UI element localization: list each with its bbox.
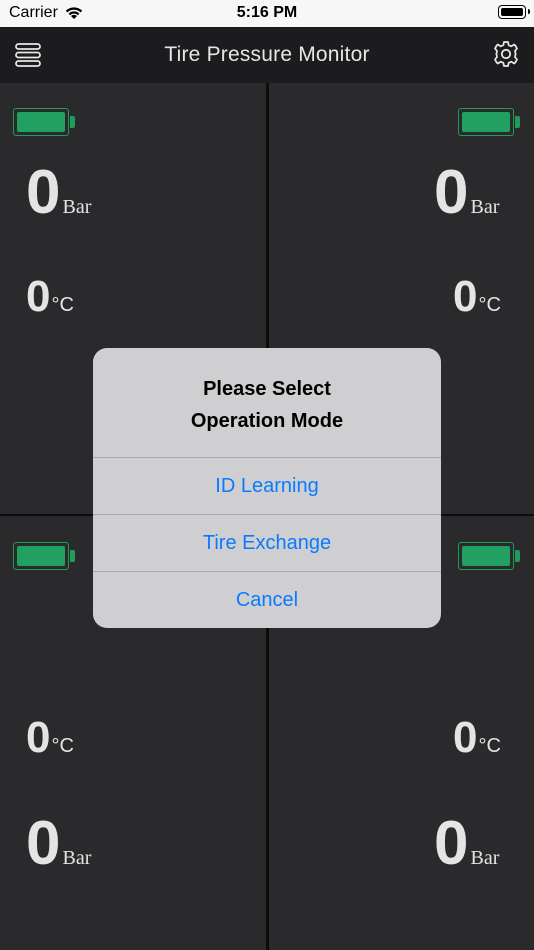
battery-level <box>17 546 65 566</box>
pressure-readout: 0 Bar <box>434 808 499 879</box>
temperature-unit: °C <box>478 294 501 316</box>
battery-level <box>462 546 510 566</box>
id-learning-button[interactable]: ID Learning <box>93 457 441 513</box>
pressure-value: 0 <box>434 809 469 878</box>
temperature-unit: °C <box>51 735 74 757</box>
pressure-unit: Bar <box>62 847 92 869</box>
temperature-value: 0 <box>26 713 51 762</box>
status-bar: Carrier 5:16 PM <box>0 0 534 27</box>
pressure-unit: Bar <box>62 196 92 218</box>
temperature-value: 0 <box>453 713 478 762</box>
clock: 5:16 PM <box>236 4 298 21</box>
temperature-value: 0 <box>26 272 51 321</box>
cancel-button[interactable]: Cancel <box>93 571 441 627</box>
sensor-battery-icon <box>458 542 520 570</box>
alert-title: Please Select Operation Mode <box>93 373 441 437</box>
page-title: Tire Pressure Monitor <box>164 43 370 66</box>
sensor-battery-icon <box>13 108 75 136</box>
temperature-unit: °C <box>478 735 501 757</box>
alert-title-line-2: Operation Mode <box>190 410 344 432</box>
temperature-unit: °C <box>51 294 74 316</box>
temperature-readout: 0°C <box>26 272 74 322</box>
battery-level <box>17 112 65 132</box>
pressure-readout: 0 Bar <box>434 157 499 228</box>
sensor-battery-icon <box>13 542 75 570</box>
pressure-readout: 0 Bar <box>26 808 91 879</box>
battery-level <box>462 112 510 132</box>
nav-bar: Tire Pressure Monitor <box>0 27 534 83</box>
pressure-unit: Bar <box>470 196 500 218</box>
alert-title-line-1: Please Select <box>203 378 331 400</box>
battery-status-icon <box>498 5 530 19</box>
pressure-unit: Bar <box>470 847 500 869</box>
tire-exchange-button[interactable]: Tire Exchange <box>93 514 441 570</box>
temperature-readout: 0°C <box>453 713 501 763</box>
operation-mode-alert: Please Select Operation Mode ID Learning… <box>93 348 441 628</box>
pressure-value: 0 <box>434 158 469 227</box>
temperature-readout: 0°C <box>26 713 74 763</box>
temperature-readout: 0°C <box>453 272 501 322</box>
sensor-battery-icon <box>458 108 520 136</box>
gear-icon <box>494 41 518 67</box>
settings-button[interactable] <box>492 40 520 68</box>
pressure-value: 0 <box>26 809 61 878</box>
pressure-value: 0 <box>26 158 61 227</box>
temperature-value: 0 <box>453 272 478 321</box>
pressure-readout: 0 Bar <box>26 157 91 228</box>
